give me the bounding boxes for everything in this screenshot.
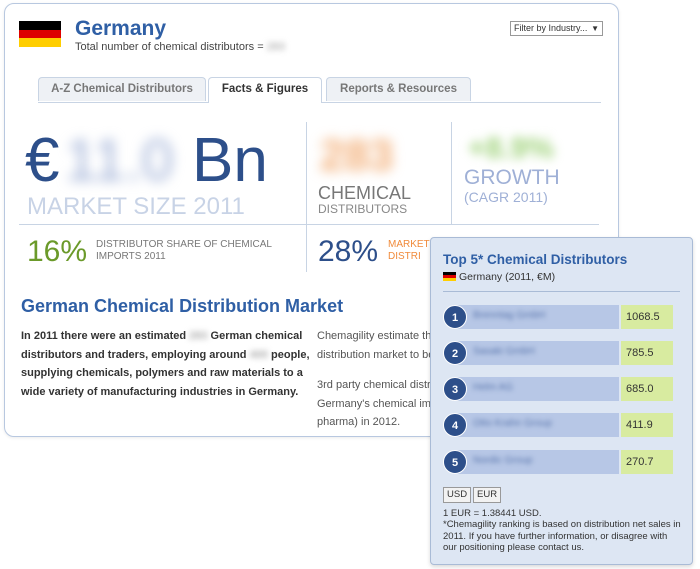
divider — [443, 291, 680, 292]
divider — [451, 122, 452, 224]
growth-value: +8.9% — [468, 132, 554, 165]
usd-button[interactable]: USD — [443, 487, 472, 503]
market-size-label: MARKET SIZE 2011 — [27, 193, 245, 220]
summary-text: In 2011 there were an estimated — [21, 330, 190, 342]
tab-a-z-distributors[interactable]: A-Z Chemical Distributors — [38, 77, 206, 101]
ranking-footnote: *Chemagility ranking is based on distrib… — [443, 519, 681, 553]
distributor-share-value: 16% — [27, 235, 88, 268]
tab-reports-resources[interactable]: Reports & Resources — [326, 77, 471, 101]
market-estimate-paragraph: Chemagility estimate the distribution ma… — [317, 327, 432, 364]
market-percent-label-line2: DISTRI — [388, 251, 421, 262]
distributor-sales: 411.9 — [621, 413, 673, 437]
growth-sublabel: (CAGR 2011) — [464, 189, 548, 205]
rank-badge: 5 — [443, 450, 467, 474]
distributor-name: Brenntag GmbH — [473, 310, 546, 321]
list-item[interactable]: 4 Otto Krahn Group 411.9 — [443, 412, 679, 438]
tab-bar: A-Z Chemical Distributors Facts & Figure… — [38, 77, 601, 103]
summary-blurred-employees: 400 — [249, 348, 268, 361]
exchange-rate: 1 EUR = 1.38441 USD. — [443, 508, 542, 519]
distributor-name: Sasaki GmbH — [473, 346, 535, 357]
text-line: Chemagility estimate the — [317, 330, 432, 342]
distributor-sales: 1068.5 — [621, 305, 673, 329]
section-title: German Chemical Distribution Market — [21, 296, 344, 316]
divider — [306, 122, 307, 272]
distributor-sales: 270.7 — [621, 450, 673, 474]
summary-blurred-count: 283 — [189, 330, 208, 342]
panel-title: Top 5* Chemical Distributors — [443, 252, 628, 267]
divider — [19, 224, 599, 225]
rank-badge: 4 — [443, 413, 467, 437]
germany-flag-icon — [443, 272, 456, 281]
country-title: Germany — [75, 17, 167, 40]
list-item[interactable]: 2 Sasaki GmbH 785.5 — [443, 340, 679, 366]
distributors-sublabel: DISTRIBUTORS — [318, 202, 408, 216]
eur-button[interactable]: EUR — [473, 487, 502, 503]
distributors-count: 283 — [320, 131, 394, 180]
text-line: distribution market to be — [317, 348, 432, 361]
panel-subtitle-text: Germany (2011, €M) — [459, 271, 556, 283]
market-summary-paragraph: In 2011 there were an estimated 283 Germ… — [21, 327, 311, 401]
panel-subtitle: Germany (2011, €M) — [443, 271, 555, 283]
text-line: Germany's chemical imp — [317, 397, 432, 410]
filter-label: Filter by Industry... — [514, 23, 588, 33]
rank-badge: 1 — [443, 305, 467, 329]
tab-facts-figures[interactable]: Facts & Figures — [208, 77, 322, 103]
chevron-down-icon: ▼ — [591, 24, 599, 33]
list-item[interactable]: 1 Brenntag GmbH 1068.5 — [443, 304, 679, 330]
list-item[interactable]: 5 Nordic Group 270.7 — [443, 449, 679, 475]
distributor-sales: 685.0 — [621, 377, 673, 401]
distributor-name: Nordic Group — [473, 455, 533, 466]
market-percent-label-line1: MARKET — [388, 239, 430, 250]
distributors-label: CHEMICAL — [318, 183, 412, 203]
distributor-count-subtitle: Total number of chemical distributors = … — [75, 41, 285, 53]
text-line: 3rd party chemical distri — [317, 379, 432, 391]
rank-badge: 3 — [443, 377, 467, 401]
text-line: pharma) in 2012. — [317, 416, 401, 428]
market-size-value: 11.0 — [65, 128, 174, 193]
market-size-unit: Bn — [192, 126, 268, 195]
distributor-name: Helm AG — [473, 382, 514, 393]
distributor-sales: 785.5 — [621, 341, 673, 365]
distributor-name: Otto Krahn Group — [473, 418, 552, 429]
market-percent-value: 28% — [318, 235, 379, 268]
subtitle-label: Total number of chemical distributors = — [75, 41, 267, 53]
list-item[interactable]: 3 Helm AG 685.0 — [443, 376, 679, 402]
growth-label: GROWTH — [464, 166, 560, 189]
distributor-share-label: DISTRIBUTOR SHARE OF CHEMICAL IMPORTS 20… — [96, 239, 272, 262]
rank-badge: 2 — [443, 341, 467, 365]
top-distributors-panel: Top 5* Chemical Distributors Germany (20… — [430, 237, 693, 565]
industry-filter-select[interactable]: Filter by Industry... ▼ — [510, 21, 603, 36]
market-size-currency: € — [25, 126, 60, 195]
distributor-count-value: 283 — [266, 41, 286, 53]
imports-paragraph: 3rd party chemical distri Germany's chem… — [317, 376, 432, 432]
germany-flag-icon — [19, 21, 61, 47]
